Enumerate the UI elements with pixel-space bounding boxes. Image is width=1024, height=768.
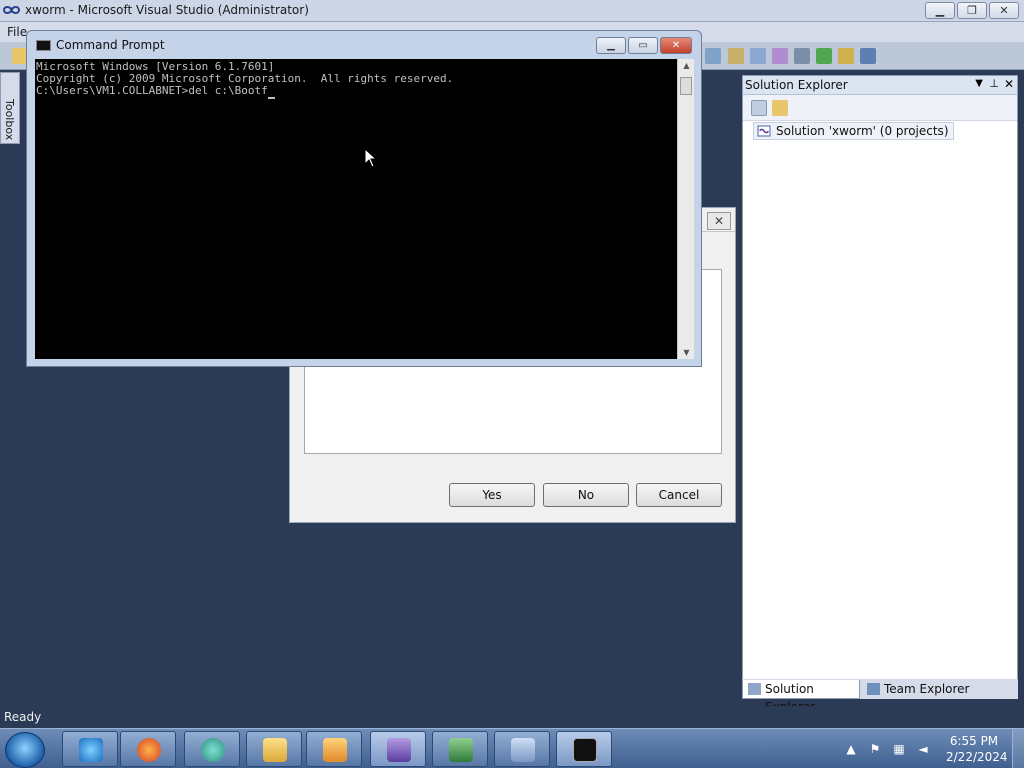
window-title: xworm - Microsoft Visual Studio (Adminis…: [25, 3, 309, 17]
team-explorer-icon: [867, 683, 880, 695]
solution-root-label: Solution 'xworm' (0 projects): [776, 124, 949, 138]
solution-explorer-panel: Solution Explorer ▼ ⊥ ✕ Solution 'xworm'…: [742, 75, 1018, 698]
visual-studio-logo-icon: [3, 6, 20, 14]
taskbar-file-explorer[interactable]: [246, 731, 302, 767]
no-button[interactable]: No: [543, 483, 629, 507]
pin-icon[interactable]: ⊥: [989, 77, 999, 90]
cancel-button[interactable]: Cancel: [636, 483, 722, 507]
toolbar-tool-icon[interactable]: [728, 48, 744, 64]
console-command: C:\Users\VM1.COLLABNET>del c:\Bootf: [36, 84, 268, 97]
taskbar-task-manager[interactable]: [432, 731, 488, 767]
internet-explorer-icon: [79, 738, 103, 762]
solution-explorer-tabs: Solution Explorer Team Explorer: [742, 679, 1018, 714]
solution-explorer-toolbar: [743, 95, 1017, 121]
properties-icon[interactable]: [751, 100, 767, 116]
cmd-scrollbar[interactable]: ▲ ▼: [677, 59, 694, 359]
scroll-down-icon[interactable]: ▼: [678, 348, 695, 357]
tab-label: Team Explorer: [884, 682, 970, 696]
console-output[interactable]: Microsoft Windows [Version 6.1.7601] Copy…: [35, 59, 677, 359]
visual-studio-icon: [387, 738, 411, 762]
cmd-close-button[interactable]: ✕: [660, 37, 692, 54]
tab-solution-explorer[interactable]: Solution Explorer: [742, 680, 860, 714]
text-cursor: [267, 85, 275, 99]
status-text: Ready: [4, 710, 42, 724]
taskbar: ▲ ⚑ ▦ ◄ 6:55 PM 2/22/2024: [0, 728, 1024, 768]
dialog-close-button[interactable]: ✕: [707, 212, 731, 230]
scroll-up-icon[interactable]: ▲: [678, 61, 695, 70]
yes-button[interactable]: Yes: [449, 483, 535, 507]
toolbar-tool-icon[interactable]: [772, 48, 788, 64]
cmd-maximize-button[interactable]: ▭: [628, 37, 658, 54]
toolbox-label: Toolbox: [3, 99, 16, 141]
toolbar-tool-icon[interactable]: [838, 48, 854, 64]
tab-team-explorer[interactable]: Team Explorer: [862, 680, 972, 699]
show-hidden-icons-icon[interactable]: ▲: [844, 742, 858, 756]
task-manager-icon: [449, 738, 473, 762]
minimize-button[interactable]: ▁: [925, 2, 955, 19]
solution-icon: [757, 125, 771, 137]
menu-file[interactable]: File: [7, 25, 27, 39]
cmd-title: Command Prompt: [56, 38, 165, 52]
start-button[interactable]: [5, 732, 45, 768]
taskbar-media-player[interactable]: [306, 731, 362, 767]
media-player-icon: [323, 738, 347, 762]
vs-titlebar: xworm - Microsoft Visual Studio (Adminis…: [0, 0, 1024, 22]
taskbar-internet-explorer[interactable]: [62, 731, 118, 767]
remote-desktop-icon: [511, 738, 535, 762]
status-bar: Ready: [0, 706, 1024, 728]
system-tray: ▲ ⚑ ▦ ◄ 6:55 PM 2/22/2024: [840, 729, 1024, 768]
command-prompt-icon: [573, 738, 597, 762]
toolbar-tool-icon[interactable]: [860, 48, 876, 64]
taskbar-chrome[interactable]: [184, 731, 240, 767]
close-button[interactable]: ✕: [989, 2, 1019, 19]
solution-explorer-title: Solution Explorer: [745, 78, 848, 92]
taskbar-visual-studio[interactable]: [370, 731, 426, 767]
restore-button[interactable]: ❐: [957, 2, 987, 19]
close-icon[interactable]: ✕: [1004, 77, 1014, 91]
taskbar-firefox[interactable]: [120, 731, 176, 767]
taskbar-remote-desktop[interactable]: [494, 731, 550, 767]
action-center-flag-icon[interactable]: ⚑: [868, 742, 882, 756]
toolbar-tool-icon[interactable]: [705, 48, 721, 64]
clock-time[interactable]: 6:55 PM: [948, 734, 1000, 748]
solution-explorer-icon: [748, 683, 761, 695]
console-input-line: C:\Users\VM1.COLLABNET>del c:\Bootf: [36, 85, 676, 99]
show-all-files-icon[interactable]: [772, 100, 788, 116]
command-prompt-window: Command Prompt ▁ ▭ ✕ Microsoft Windows […: [26, 30, 702, 367]
taskbar-command-prompt[interactable]: [556, 731, 612, 767]
toolbox-tab[interactable]: Toolbox: [0, 72, 20, 144]
volume-muted-icon[interactable]: ◄: [916, 742, 930, 756]
cmd-titlebar[interactable]: Command Prompt ▁ ▭ ✕: [27, 31, 701, 59]
scroll-thumb[interactable]: [680, 77, 692, 95]
cmd-minimize-button[interactable]: ▁: [596, 37, 626, 54]
toolbar-tool-icon[interactable]: [750, 48, 766, 64]
command-prompt-icon: [36, 40, 51, 51]
clock-date[interactable]: 2/22/2024: [946, 750, 1008, 764]
toolbar-tool-icon[interactable]: [794, 48, 810, 64]
firefox-icon: [137, 738, 161, 762]
chrome-icon: [201, 738, 225, 762]
show-desktop-button[interactable]: [1012, 729, 1024, 768]
dropdown-icon[interactable]: ▼: [975, 78, 983, 89]
network-icon[interactable]: ▦: [892, 742, 906, 756]
toolbar-tool-icon[interactable]: [816, 48, 832, 64]
mouse-pointer-icon: [364, 148, 378, 168]
solution-explorer-header: Solution Explorer ▼ ⊥ ✕: [743, 76, 1017, 95]
solution-root-item[interactable]: Solution 'xworm' (0 projects): [753, 122, 954, 140]
file-explorer-icon: [263, 738, 287, 762]
